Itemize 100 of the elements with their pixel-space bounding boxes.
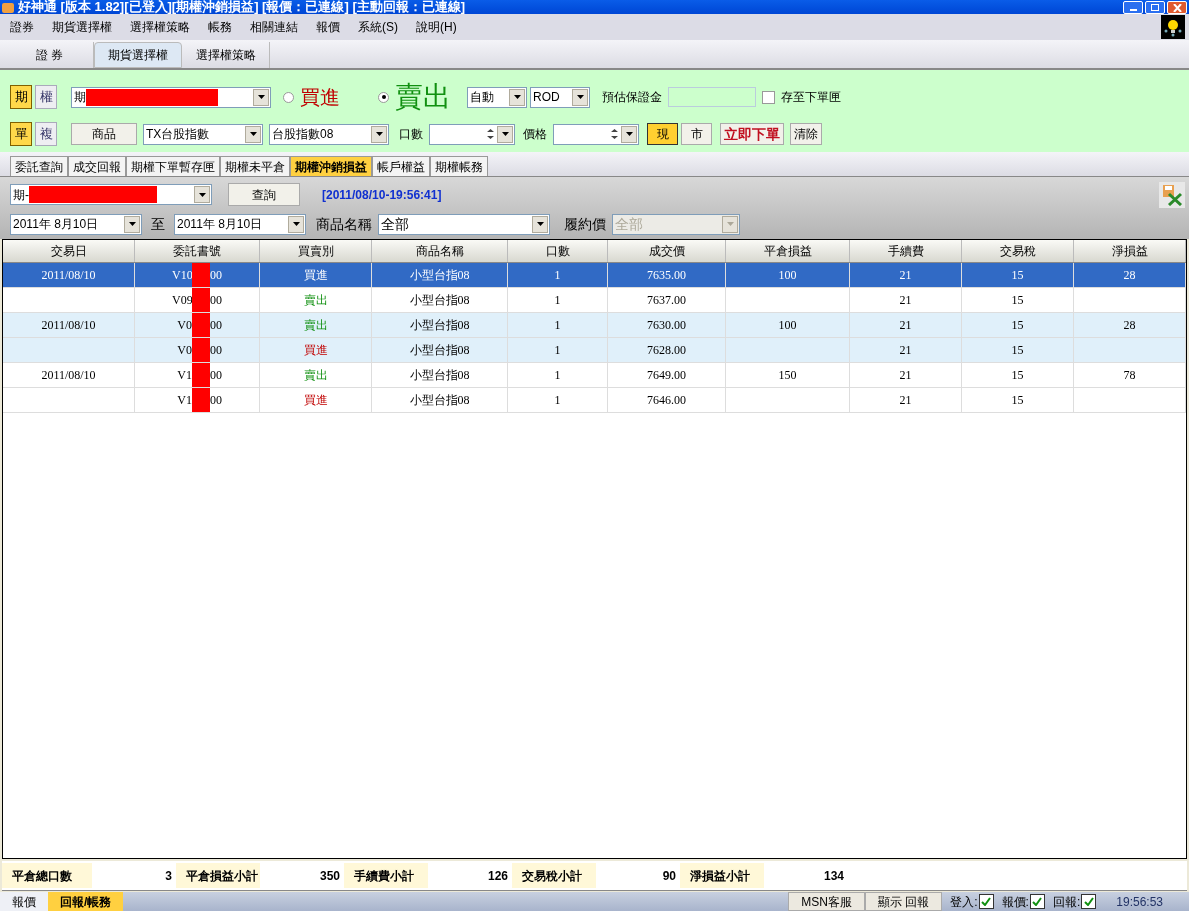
sub-tab[interactable]: 期權下單暫存匣 bbox=[126, 156, 220, 176]
column-header[interactable]: 淨損益 bbox=[1074, 240, 1186, 262]
account-combo[interactable]: 期 bbox=[71, 86, 271, 108]
status-time: 19:56:53 bbox=[1116, 893, 1163, 911]
quantity-field[interactable] bbox=[429, 123, 515, 145]
product-combo[interactable]: TX台股指數 bbox=[143, 123, 263, 145]
toggle-button[interactable]: 權 bbox=[35, 85, 57, 109]
toggle-button[interactable]: 單 bbox=[10, 122, 32, 146]
main-tab[interactable]: 選擇權策略 bbox=[182, 42, 270, 68]
menu-item[interactable]: 帳務 bbox=[208, 18, 232, 36]
table-cell: V0 00 bbox=[135, 313, 260, 337]
maximize-button[interactable] bbox=[1145, 1, 1165, 14]
table-cell: 1 bbox=[508, 288, 608, 312]
table-cell: V10 00 bbox=[135, 263, 260, 287]
summary-label: 交易稅小計 bbox=[512, 863, 596, 888]
indicator-label: 登入: bbox=[950, 893, 978, 911]
margin-field[interactable] bbox=[668, 87, 756, 107]
sub-tab[interactable]: 期權帳務 bbox=[430, 156, 488, 176]
margin-label: 預估保證金 bbox=[602, 89, 662, 106]
table-cell: V0 00 bbox=[135, 338, 260, 362]
table-cell: 1 bbox=[508, 338, 608, 362]
table-row[interactable]: 2011/08/10 V0 00 賣出 小型台指08 1 7630.00 100 21 15 28 bbox=[3, 313, 1186, 338]
bottom-tab[interactable]: 報價 bbox=[0, 892, 48, 911]
query-button[interactable]: 查詢 bbox=[228, 183, 300, 206]
table-cell: 1 bbox=[508, 313, 608, 337]
price-field[interactable] bbox=[553, 123, 639, 145]
sub-tab[interactable]: 帳戶權益 bbox=[372, 156, 430, 176]
sub-tab[interactable]: 期權未平倉 bbox=[220, 156, 290, 176]
submit-order-button[interactable]: 立即下單 bbox=[720, 123, 784, 145]
column-header[interactable]: 口數 bbox=[508, 240, 608, 262]
radio-button[interactable] bbox=[378, 91, 389, 103]
product-button[interactable]: 商品 bbox=[71, 123, 137, 145]
column-header[interactable]: 手續費 bbox=[850, 240, 962, 262]
menu-item[interactable]: 說明(H) bbox=[416, 18, 457, 36]
menu-item[interactable]: 系統(S) bbox=[358, 18, 398, 36]
menu-item[interactable]: 相關連結 bbox=[250, 18, 298, 36]
clear-button[interactable]: 清除 bbox=[790, 123, 822, 145]
table-row[interactable]: 2011/08/10 V1 00 賣出 小型台指08 1 7649.00 150 21 15 78 bbox=[3, 363, 1186, 388]
price-label: 價格 bbox=[523, 126, 547, 143]
table-cell: 21 bbox=[850, 388, 962, 412]
table-cell: 21 bbox=[850, 313, 962, 337]
minimize-button[interactable] bbox=[1123, 1, 1143, 14]
status-button[interactable]: 顯示 回報 bbox=[864, 892, 943, 911]
table-row[interactable]: V09 00 賣出 小型台指08 1 7637.00 21 15 bbox=[3, 288, 1186, 313]
table-cell: 7635.00 bbox=[608, 263, 726, 287]
table-cell: 小型台指08 bbox=[372, 388, 508, 412]
column-header[interactable]: 交易日 bbox=[3, 240, 135, 262]
menu-item[interactable]: 證券 bbox=[10, 18, 34, 36]
table-cell: 7646.00 bbox=[608, 388, 726, 412]
sub-tab[interactable]: 委託查詢 bbox=[10, 156, 68, 176]
product-name-label: 商品名稱 bbox=[316, 214, 372, 234]
price-type-button[interactable]: 現 bbox=[647, 123, 678, 145]
table-row[interactable]: 2011/08/10 V10 00 買進 小型台指08 1 7635.00 100 21 15 28 bbox=[3, 263, 1186, 288]
radio-button[interactable] bbox=[283, 91, 294, 103]
column-header[interactable]: 交易稅 bbox=[962, 240, 1074, 262]
toggle-button[interactable]: 複 bbox=[35, 122, 57, 146]
table-cell: 2011/08/10 bbox=[3, 313, 135, 337]
column-header[interactable]: 買賣別 bbox=[260, 240, 372, 262]
menu-item[interactable]: 期貨選擇權 bbox=[52, 18, 112, 36]
menu-item[interactable]: 報價 bbox=[316, 18, 340, 36]
redaction-bar bbox=[192, 388, 210, 412]
table-cell: 小型台指08 bbox=[372, 338, 508, 362]
table-cell: 100 bbox=[726, 263, 850, 287]
table-row[interactable]: V0 00 買進 小型台指08 1 7628.00 21 15 bbox=[3, 338, 1186, 363]
product-name-combo[interactable]: 全部 bbox=[378, 213, 550, 235]
account-combo[interactable]: 期- bbox=[10, 184, 212, 205]
condition-combo[interactable]: 自動 bbox=[467, 86, 527, 108]
table-cell: 買進 bbox=[260, 338, 372, 362]
price-type-button[interactable]: 市 bbox=[681, 123, 712, 145]
table-row[interactable]: V1 00 買進 小型台指08 1 7646.00 21 15 bbox=[3, 388, 1186, 413]
table-cell: 1 bbox=[508, 388, 608, 412]
excel-export-icon[interactable] bbox=[1159, 181, 1185, 208]
checkbox[interactable] bbox=[762, 90, 775, 104]
date-to-combo[interactable]: 2011年 8月10日 bbox=[174, 213, 306, 235]
summary-value: 126 bbox=[486, 867, 509, 885]
table-cell: V1 00 bbox=[135, 363, 260, 387]
table-cell: V09 00 bbox=[135, 288, 260, 312]
table-cell: 28 bbox=[1074, 263, 1186, 287]
time-in-force-combo[interactable]: ROD bbox=[530, 86, 590, 108]
sub-tab[interactable]: 期權沖銷損益 bbox=[290, 156, 372, 176]
table-cell: 2011/08/10 bbox=[3, 263, 135, 287]
column-header[interactable]: 委託書號 bbox=[135, 240, 260, 262]
table-cell: 78 bbox=[1074, 363, 1186, 387]
table-cell: 15 bbox=[962, 338, 1074, 362]
main-tab[interactable]: 期貨選擇權 bbox=[94, 42, 182, 68]
window-title: 好神通 [版本 1.82][已登入][期權沖銷損益] [報價：已連線] [主動回報：已連線] bbox=[18, 0, 466, 14]
menu-item[interactable]: 選擇權策略 bbox=[130, 18, 190, 36]
contract-combo[interactable]: 台股指數08 bbox=[269, 123, 389, 145]
bottom-tab[interactable]: 回報/帳務 bbox=[48, 892, 124, 911]
lightbulb-icon[interactable] bbox=[1161, 15, 1185, 39]
sub-tab[interactable]: 成交回報 bbox=[68, 156, 126, 176]
column-header[interactable]: 平倉損益 bbox=[726, 240, 850, 262]
column-header[interactable]: 成交價 bbox=[608, 240, 726, 262]
toggle-button[interactable]: 期 bbox=[10, 85, 32, 109]
table-cell: 21 bbox=[850, 263, 962, 287]
date-from-combo[interactable]: 2011年 8月10日 bbox=[10, 213, 142, 235]
table-cell: V1 00 bbox=[135, 388, 260, 412]
column-header[interactable]: 商品名稱 bbox=[372, 240, 508, 262]
status-button[interactable]: MSN客服 bbox=[788, 892, 865, 911]
close-button[interactable] bbox=[1167, 1, 1187, 14]
